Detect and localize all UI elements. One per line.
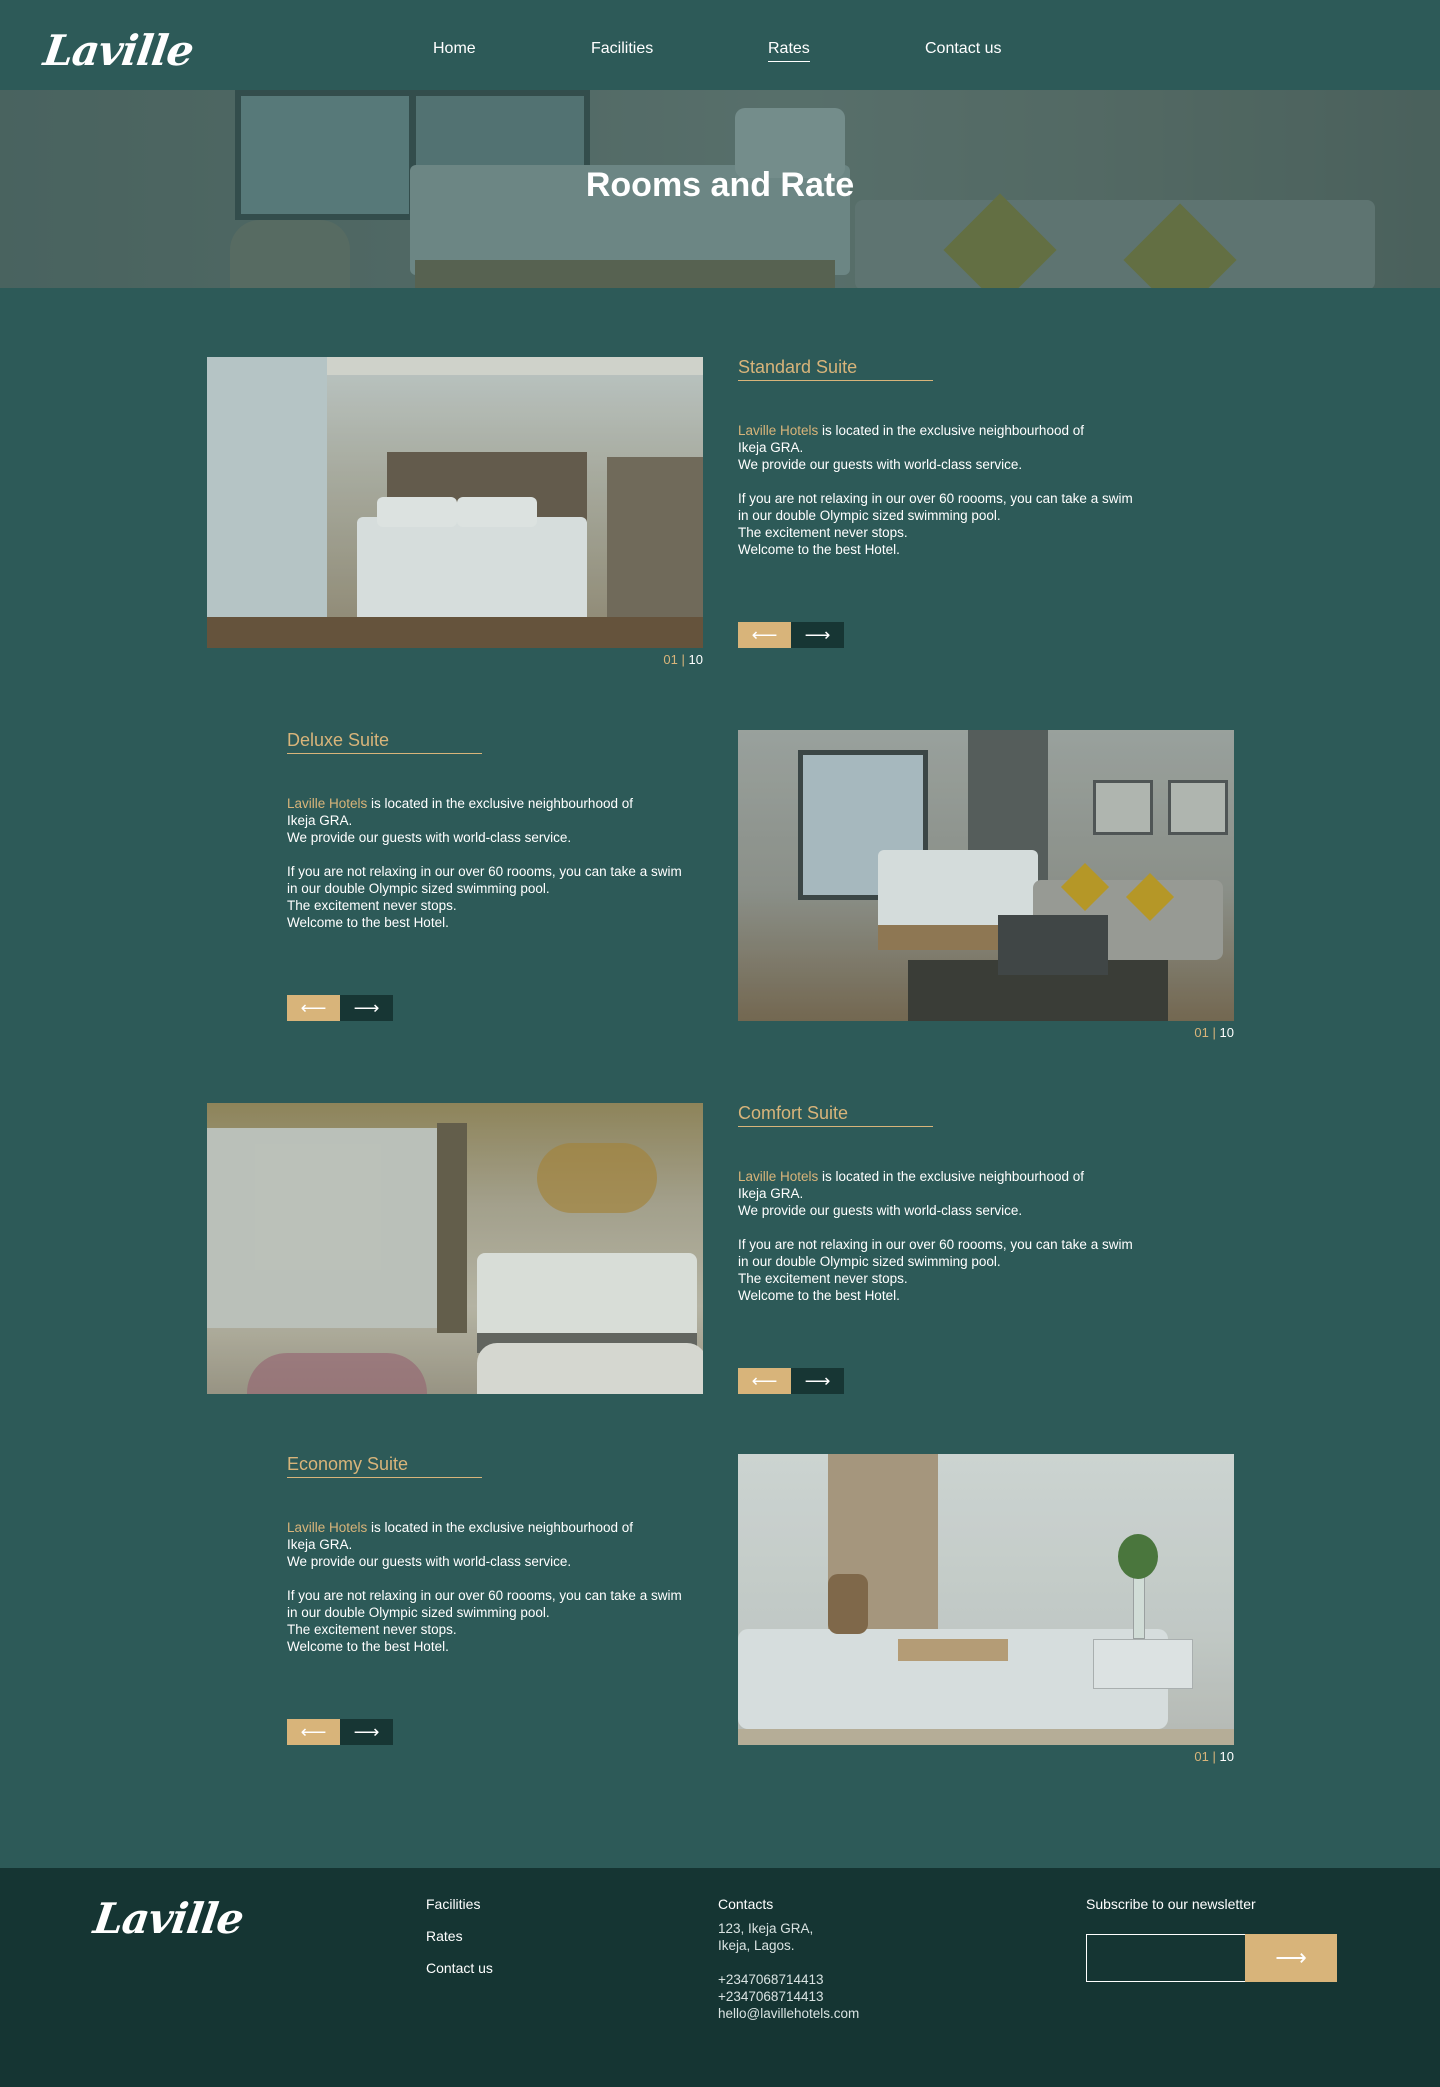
counter-current: 01	[663, 652, 678, 667]
nav-home[interactable]: Home	[433, 40, 476, 58]
counter-total: 10	[1219, 1749, 1234, 1764]
counter-current: 01	[1194, 1025, 1209, 1040]
brand-link[interactable]: Laville Hotels	[738, 1169, 818, 1184]
desc-line: The excitement never stops.	[287, 1622, 457, 1637]
newsletter-heading: Subscribe to our newsletter	[1086, 1896, 1256, 1912]
desc-line: The excitement never stops.	[287, 898, 457, 913]
main-nav: Home Facilities Rates Contact us	[0, 40, 1440, 70]
carousel-controls: ⟵ ⟶	[287, 1719, 393, 1745]
desc-line: We provide our guests with world-class s…	[738, 457, 1023, 472]
desc-line: in our double Olympic sized swimming poo…	[287, 881, 550, 896]
desc-line: The excitement never stops.	[738, 1271, 908, 1286]
nav-facilities[interactable]: Facilities	[591, 40, 653, 58]
counter-total: 10	[1219, 1025, 1234, 1040]
desc-line: in our double Olympic sized swimming poo…	[738, 508, 1001, 523]
room-title: Economy Suite	[287, 1454, 482, 1478]
desc-line: is located in the exclusive neighbourhoo…	[818, 1169, 1084, 1184]
desc-line: If you are not relaxing in our over 60 r…	[287, 1588, 682, 1603]
room-description: Laville Hotels is located in the exclusi…	[287, 795, 717, 948]
phone-number[interactable]: +2347068714413	[718, 1988, 859, 2005]
carousel-controls: ⟵ ⟶	[738, 622, 844, 648]
room-photo	[207, 357, 703, 648]
slide-counter: 01 | 10	[207, 652, 703, 667]
desc-line: in our double Olympic sized swimming poo…	[287, 1605, 550, 1620]
room-photo	[738, 1454, 1234, 1745]
desc-line: is located in the exclusive neighbourhoo…	[367, 796, 633, 811]
phone-number[interactable]: +2347068714413	[718, 1971, 859, 1988]
footer-link-rates[interactable]: Rates	[426, 1928, 463, 1944]
nav-rates[interactable]: Rates	[768, 40, 810, 62]
desc-line: is located in the exclusive neighbourhoo…	[367, 1520, 633, 1535]
desc-line: Ikeja GRA.	[738, 1186, 804, 1201]
desc-line: Welcome to the best Hotel.	[738, 1288, 900, 1303]
address-line: 123, Ikeja GRA,	[718, 1921, 814, 1936]
counter-total: 10	[688, 652, 703, 667]
address-line: Ikeja, Lagos.	[718, 1938, 795, 1953]
carousel-controls: ⟵ ⟶	[738, 1368, 844, 1394]
desc-line: Welcome to the best Hotel.	[738, 542, 900, 557]
room-photo	[207, 1103, 703, 1394]
footer-link-facilities[interactable]: Facilities	[426, 1896, 480, 1912]
desc-line: If you are not relaxing in our over 60 r…	[738, 1237, 1133, 1252]
desc-line: Ikeja GRA.	[738, 440, 804, 455]
room-description: Laville Hotels is located in the exclusi…	[738, 422, 1168, 575]
brand-link[interactable]: Laville Hotels	[287, 796, 367, 811]
site-header: Laville Home Facilities Rates Contact us	[0, 0, 1440, 90]
counter-current: 01	[1194, 1749, 1209, 1764]
desc-line: Ikeja GRA.	[287, 1537, 353, 1552]
desc-line: in our double Olympic sized swimming poo…	[738, 1254, 1001, 1269]
counter-separator: |	[1212, 1749, 1216, 1764]
room-title: Comfort Suite	[738, 1103, 933, 1127]
footer-link-contact[interactable]: Contact us	[426, 1960, 493, 1976]
brand-link[interactable]: Laville Hotels	[738, 423, 818, 438]
newsletter-email-input[interactable]	[1086, 1934, 1246, 1982]
desc-line: We provide our guests with world-class s…	[287, 830, 572, 845]
room-title: Deluxe Suite	[287, 730, 482, 754]
counter-separator: |	[681, 652, 685, 667]
desc-line: The excitement never stops.	[738, 525, 908, 540]
arrow-left-icon[interactable]: ⟵	[738, 1368, 791, 1394]
desc-line: We provide our guests with world-class s…	[738, 1203, 1023, 1218]
arrow-left-icon[interactable]: ⟵	[287, 995, 340, 1021]
desc-line: is located in the exclusive neighbourhoo…	[818, 423, 1084, 438]
slide-counter: 01 | 10	[738, 1749, 1234, 1764]
desc-line: If you are not relaxing in our over 60 r…	[738, 491, 1133, 506]
slide-counter: 01 | 10	[738, 1025, 1234, 1040]
site-footer: Laville Facilities Rates Contact us Cont…	[0, 1868, 1440, 2087]
arrow-right-icon[interactable]: ⟶	[340, 995, 393, 1021]
room-description: Laville Hotels is located in the exclusi…	[738, 1168, 1168, 1321]
email-link[interactable]: hello@lavillehotels.com	[718, 2005, 859, 2022]
desc-line: We provide our guests with world-class s…	[287, 1554, 572, 1569]
page-title: Rooms and Rate	[585, 166, 855, 204]
brand-link[interactable]: Laville Hotels	[287, 1520, 367, 1535]
desc-line: If you are not relaxing in our over 60 r…	[287, 864, 682, 879]
counter-separator: |	[1212, 1025, 1216, 1040]
footer-contacts: Contacts 123, Ikeja GRA, Ikeja, Lagos. +…	[718, 1896, 859, 2022]
arrow-right-icon[interactable]: ⟶	[791, 622, 844, 648]
footer-logo[interactable]: Laville	[91, 1894, 247, 1943]
subscribe-button[interactable]: ⟶	[1245, 1934, 1337, 1982]
room-title: Standard Suite	[738, 357, 933, 381]
contacts-heading: Contacts	[718, 1896, 774, 1912]
hero-banner: Rooms and Rate	[0, 90, 1440, 288]
desc-line: Welcome to the best Hotel.	[287, 915, 449, 930]
nav-contact[interactable]: Contact us	[925, 40, 1001, 58]
room-description: Laville Hotels is located in the exclusi…	[287, 1519, 717, 1672]
desc-line: Welcome to the best Hotel.	[287, 1639, 449, 1654]
room-photo	[738, 730, 1234, 1021]
arrow-right-icon[interactable]: ⟶	[791, 1368, 844, 1394]
arrow-right-icon[interactable]: ⟶	[340, 1719, 393, 1745]
desc-line: Ikeja GRA.	[287, 813, 353, 828]
newsletter: Subscribe to our newsletter ⟶	[1086, 1896, 1337, 1982]
carousel-controls: ⟵ ⟶	[287, 995, 393, 1021]
arrow-left-icon[interactable]: ⟵	[287, 1719, 340, 1745]
arrow-left-icon[interactable]: ⟵	[738, 622, 791, 648]
